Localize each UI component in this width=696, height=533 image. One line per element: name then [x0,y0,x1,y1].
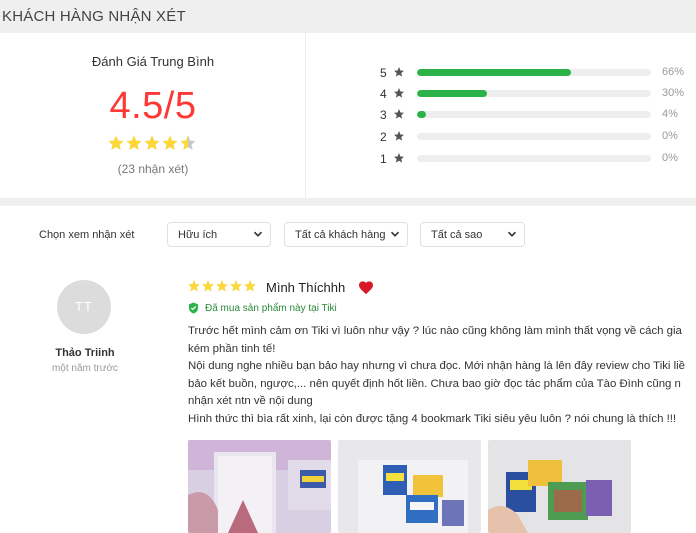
average-score: 4.5/5 [109,85,197,127]
sort-dropdown[interactable]: Hữu ích [167,222,271,247]
star-level: 3 [380,108,387,122]
distribution-bar [417,69,651,76]
star-level: 4 [380,87,387,101]
customer-filter-value: Tất cả khách hàng [295,229,386,241]
rating-summary: Đánh Giá Trung Bình 4.5/5 (23 nhận xét) … [0,33,696,198]
average-star-rating [107,134,197,152]
distribution-percent: 4% [662,108,678,120]
star-level: 5 [380,66,387,80]
reviewer-name: Thảo Triinh [55,347,115,359]
review-photo-3[interactable] [488,440,631,533]
review-count: (23 nhận xét) [117,162,189,176]
star-icon [244,280,256,292]
sort-dropdown-value: Hữu ích [178,229,218,241]
star-icon [180,135,196,150]
star-icon [230,280,242,292]
star-icon [216,280,228,292]
star-icon [108,135,124,150]
distribution-bar [417,90,651,97]
distribution-bar [417,155,651,162]
star-icon [202,280,214,292]
star-icon [126,135,142,150]
customer-filter-dropdown[interactable]: Tất cả khách hàng [284,222,408,247]
distribution-percent: 0% [662,152,678,164]
section-title: KHÁCH HÀNG NHẬN XÉT [2,8,186,25]
distribution-bar-fill [417,69,572,76]
review-line: bảo kết buồn, ngược,... nên quyết định h… [188,377,681,390]
star-icon [394,109,404,119]
review-star-rating [187,279,257,293]
chevron-down-icon [253,231,263,237]
distribution-row-5[interactable]: 5 66% [380,66,696,80]
distribution-percent: 30% [662,87,685,99]
distribution-row-2[interactable]: 2 0% [380,130,696,144]
star-filter-dropdown[interactable]: Tất cả sao [420,222,525,247]
distribution-bar-fill [417,111,427,118]
heart-icon [359,281,373,295]
distribution-row-4[interactable]: 4 30% [380,87,696,101]
average-rating-heading: Đánh Giá Trung Bình [91,54,215,69]
star-icon [144,135,160,150]
average-rating-box: Đánh Giá Trung Bình 4.5/5 (23 nhận xét) [0,33,306,198]
filter-label: Chọn xem nhận xét [39,229,135,241]
review-title: Mình Thíchhh [266,280,346,295]
review-line: Hình thức thì bìa rất xinh, lại còn được… [188,412,677,425]
review-list: Chọn xem nhận xét Hữu ích Tất cả khách h… [0,206,696,533]
distribution-row-1[interactable]: 1 0% [380,152,696,166]
distribution-bar [417,111,651,118]
star-icon [162,135,178,150]
distribution-percent: 0% [662,130,678,142]
star-filter-value: Tất cả sao [431,229,483,241]
star-icon [394,131,404,141]
star-icon [394,67,404,77]
distribution-bar-fill [417,90,488,97]
review-content: Trước hết mình cảm ơn Tiki vì luôn như v… [188,323,696,428]
distribution-percent: 66% [662,66,685,78]
distribution-row-3[interactable]: 3 4% [380,108,696,122]
chevron-down-icon [507,231,517,237]
star-icon [394,153,404,163]
review-line: nhận xét ntn về nội dung [188,395,313,407]
star-level: 2 [380,130,387,144]
review-photo-1[interactable] [188,440,331,533]
review-photo-2[interactable] [338,440,481,533]
avatar: TT [57,280,111,334]
review-time: một năm trước [51,363,119,374]
star-level: 1 [380,152,387,166]
shield-check-icon [188,302,199,314]
chevron-down-icon [390,231,400,237]
distribution-bar [417,133,651,140]
review-line: Nội dung nghe nhiều bạn bảo hay nhưng vì… [188,360,686,372]
review-line: kém phần tinh tế! [188,342,276,355]
star-icon [188,280,200,292]
review-line: Trước hết mình cảm ơn Tiki vì luôn như v… [188,325,682,337]
verified-purchase: Đã mua sản phẩm này tại Tiki [188,302,337,314]
star-icon [394,88,404,98]
verified-text: Đã mua sản phẩm này tại Tiki [205,302,337,314]
